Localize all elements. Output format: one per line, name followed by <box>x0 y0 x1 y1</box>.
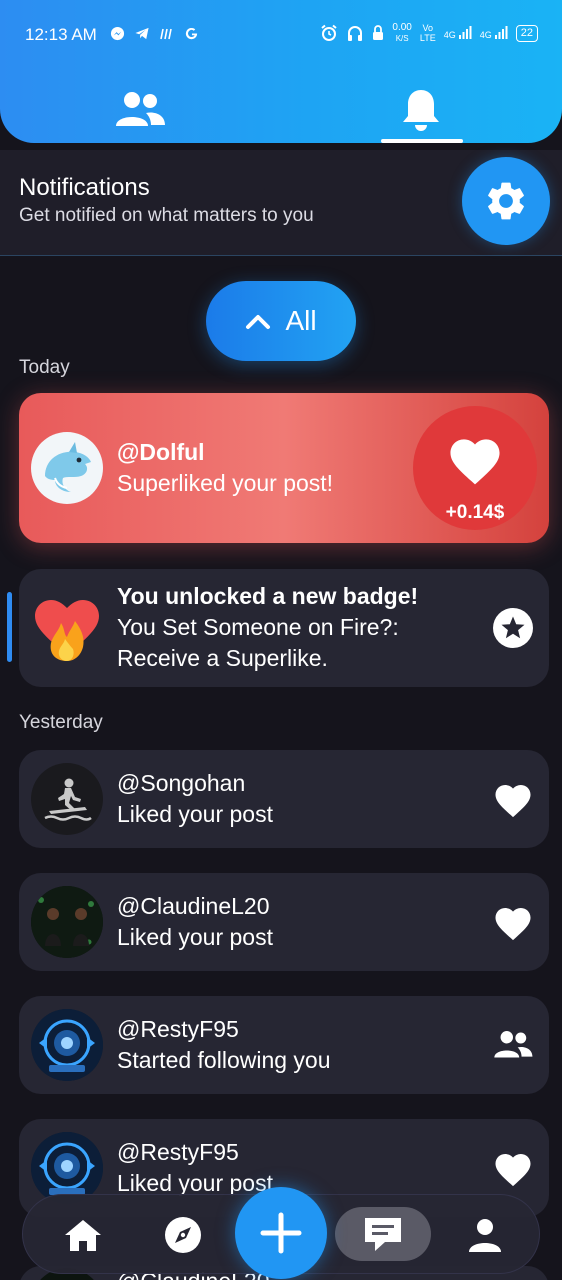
home-icon <box>65 1220 101 1251</box>
tab-notifications[interactable] <box>381 80 461 140</box>
notification-action: Superliked your post! <box>117 470 334 496</box>
like-indicator <box>491 1146 535 1190</box>
surfer-avatar-icon <box>44 778 92 821</box>
network-speed-unit: K/S <box>395 34 409 43</box>
heart-icon <box>450 439 500 485</box>
google-icon <box>185 27 198 40</box>
notification-item[interactable]: @ClaudineL20 Liked your post <box>19 873 549 971</box>
photo-avatar-icon <box>31 886 103 958</box>
network-speed-value: 0.00 <box>392 22 412 33</box>
messenger-icon <box>110 26 125 41</box>
nav-profile[interactable] <box>461 1211 509 1259</box>
lock-icon <box>373 25 384 40</box>
avatar <box>31 886 103 958</box>
bell-icon <box>403 90 439 131</box>
signal-bars-icon <box>494 26 508 39</box>
avatar <box>31 763 103 835</box>
dolphin-icon <box>45 442 91 492</box>
emblem-avatar-icon <box>31 1009 103 1081</box>
signal-bars-icon <box>458 26 472 39</box>
status-left-icons <box>110 26 199 41</box>
page-subtitle: Get notified on what matters to you <box>19 205 314 226</box>
star-icon <box>493 608 533 648</box>
chat-icon <box>365 1218 401 1251</box>
compass-icon <box>165 1217 201 1253</box>
badge-notification[interactable]: You unlocked a new badge! You Set Someon… <box>19 569 549 687</box>
avatar-dolphin <box>31 432 103 504</box>
signal-2: 4G <box>480 26 508 40</box>
nav-messages[interactable] <box>335 1207 431 1261</box>
filter-label: All <box>285 305 317 336</box>
heart-icon <box>495 785 531 818</box>
superlike-amount: +0.14$ <box>445 502 505 523</box>
avatar <box>31 1009 103 1081</box>
notification-username[interactable]: @RestyF95 <box>117 1014 331 1045</box>
nav-home[interactable] <box>59 1211 107 1259</box>
network-speed: 0.00 K/S <box>392 22 411 44</box>
plus-icon <box>260 1212 302 1254</box>
group-label-yesterday: Yesterday <box>19 712 103 733</box>
top-header: 12:13 AM 0.00 K/S Vo LTE 4G 4G 22 <box>0 0 562 143</box>
heart-icon <box>495 908 531 941</box>
heart-icon <box>495 1154 531 1187</box>
notification-username[interactable]: @Dolful <box>117 437 333 468</box>
tab-people[interactable] <box>100 80 180 140</box>
notification-action: Liked your post <box>117 801 273 827</box>
filter-all-button[interactable]: All <box>206 281 356 361</box>
badge-description-line1: You Set Someone on Fire?: <box>117 614 399 640</box>
signal-2-label: 4G <box>479 30 492 40</box>
fire-heart-badge <box>31 591 103 663</box>
badge-star-button[interactable] <box>491 606 535 650</box>
chevron-up-icon <box>246 315 271 329</box>
superlike-notification[interactable]: @Dolful Superliked your post! +0.14$ <box>19 393 549 543</box>
people-icon <box>116 92 165 126</box>
alarm-icon <box>321 24 338 41</box>
notification-username[interactable]: @Songohan <box>117 768 273 799</box>
notification-item[interactable]: @RestyF95 Started following you <box>19 996 549 1094</box>
like-indicator <box>491 777 535 821</box>
badge-title: You unlocked a new badge! <box>117 583 419 609</box>
people-icon <box>494 1031 533 1058</box>
fire-heart-icon <box>35 600 99 661</box>
active-tab-indicator <box>381 139 463 143</box>
like-indicator <box>491 900 535 944</box>
follow-indicator <box>491 1023 535 1067</box>
status-time: 12:13 AM <box>25 25 97 44</box>
status-bar: 12:13 AM 0.00 K/S Vo LTE 4G 4G 22 <box>0 0 562 70</box>
notification-username[interactable]: @ClaudineL20 <box>117 891 273 922</box>
nav-explore[interactable] <box>159 1211 207 1259</box>
create-post-button[interactable] <box>235 1187 327 1279</box>
signal-1-label: 4G <box>443 30 456 40</box>
volte-top: Vo <box>422 23 434 33</box>
notification-item[interactable]: @Songohan Liked your post <box>19 750 549 848</box>
page-title: Notifications <box>19 174 150 201</box>
badge-description-line2: Receive a Superlike. <box>117 645 328 671</box>
settings-button[interactable] <box>462 157 550 245</box>
gear-icon <box>488 182 524 220</box>
notification-action: Liked your post <box>117 924 273 950</box>
telegram-icon <box>135 27 149 40</box>
wifi-calling-icon <box>160 28 172 39</box>
status-right-icons: 0.00 K/S Vo LTE 4G 4G 22 <box>320 22 538 44</box>
volte-bottom: LTE <box>419 33 436 43</box>
notification-username[interactable]: @RestyF95 <box>117 1137 273 1168</box>
headphones-icon <box>348 26 363 41</box>
unread-indicator <box>7 592 12 662</box>
superlike-reward-badge: +0.14$ <box>413 406 537 530</box>
notification-action: Started following you <box>117 1047 331 1073</box>
battery-indicator: 22 <box>515 24 538 42</box>
signal-1: 4G <box>444 26 472 40</box>
group-label-today: Today <box>19 357 70 378</box>
volte-indicator: Vo LTE <box>420 23 436 43</box>
profile-icon <box>469 1219 501 1252</box>
